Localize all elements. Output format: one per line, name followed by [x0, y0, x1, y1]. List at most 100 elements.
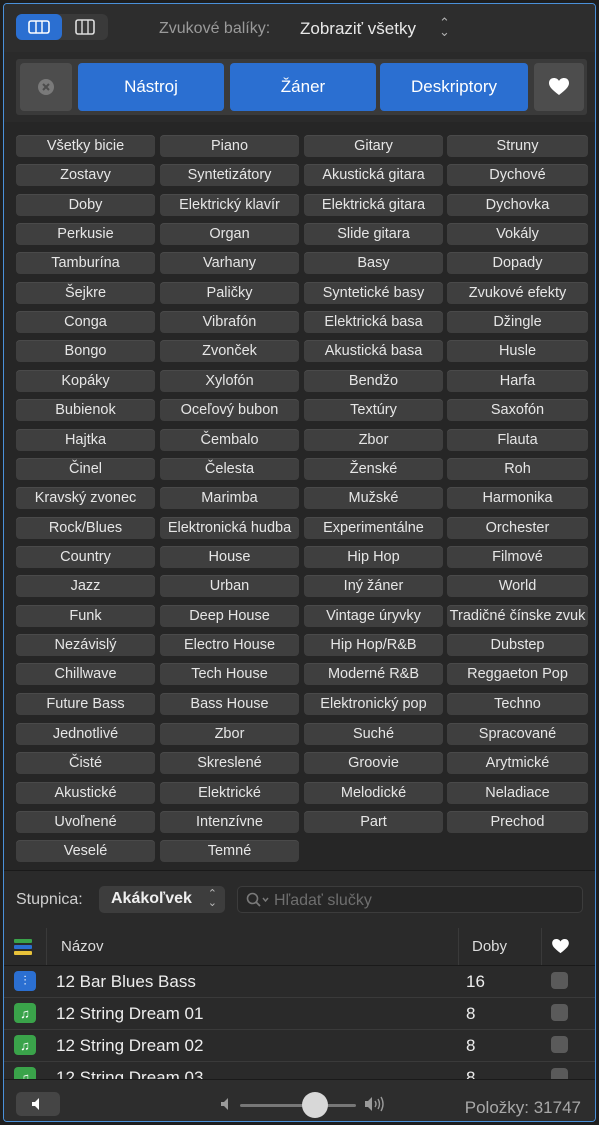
keyword-button[interactable]: Textúry [304, 399, 443, 421]
descriptor-button[interactable]: Jednotlivé [16, 723, 155, 745]
keyword-button[interactable]: Deep House [160, 605, 299, 627]
keyword-button[interactable]: Harmonika [447, 487, 588, 509]
keyword-button[interactable]: Xylofón [160, 370, 299, 392]
keyword-button[interactable]: Harfa [447, 370, 588, 392]
keyword-button[interactable]: Flauta [447, 429, 588, 451]
keyword-button[interactable]: Doby [16, 194, 155, 216]
keyword-button[interactable]: Future Bass [16, 693, 155, 715]
keyword-button[interactable]: Všetky bicie [16, 135, 155, 157]
column-header-name[interactable]: Názov [61, 938, 104, 955]
keyword-button[interactable]: Reggaeton Pop [447, 663, 588, 685]
keyword-button[interactable]: Hip Hop [304, 546, 443, 568]
instrument-button[interactable]: Nástroj [78, 63, 224, 111]
search-input[interactable] [272, 889, 576, 913]
descriptor-button[interactable]: Part [304, 811, 443, 833]
chevron-updown-icon[interactable]: ⌃ ⌄ [439, 16, 450, 38]
keyword-button[interactable]: Dychovka [447, 194, 588, 216]
favorite-checkbox[interactable] [551, 972, 568, 989]
keyword-button[interactable]: World [447, 575, 588, 597]
table-row[interactable]: ⫶ 12 Bar Blues Bass 16 [4, 966, 595, 998]
keyword-button[interactable]: Tamburína [16, 252, 155, 274]
keyword-button[interactable]: Ženské [304, 458, 443, 480]
button-view-button[interactable] [16, 14, 62, 40]
scale-select[interactable]: Akákoľvek ⌃ ⌄ [99, 886, 225, 913]
genre-button[interactable]: Žáner [230, 63, 376, 111]
preview-speaker-button[interactable] [16, 1092, 60, 1116]
keyword-button[interactable]: Urban [160, 575, 299, 597]
keyword-button[interactable]: Elektrický klavír [160, 194, 299, 216]
descriptor-button[interactable]: Intenzívne [160, 811, 299, 833]
keyword-button[interactable]: Perkusie [16, 223, 155, 245]
keyword-button[interactable]: Roh [447, 458, 588, 480]
keyword-button[interactable]: Syntetizátory [160, 164, 299, 186]
search-field[interactable] [237, 886, 583, 913]
column-header-beats[interactable]: Doby [472, 938, 507, 955]
descriptor-button[interactable]: Veselé [16, 840, 155, 862]
descriptor-button[interactable]: Akustické [16, 782, 155, 804]
keyword-button[interactable]: Čembalo [160, 429, 299, 451]
keyword-button[interactable]: Organ [160, 223, 299, 245]
keyword-button[interactable]: Nezávislý [16, 634, 155, 656]
descriptor-button[interactable]: Neladiace [447, 782, 588, 804]
keyword-button[interactable]: Gitary [304, 135, 443, 157]
favorite-checkbox[interactable] [551, 1004, 568, 1021]
keyword-button[interactable]: Syntetické basy [304, 282, 443, 304]
table-row[interactable]: ♫ 12 String Dream 01 8 [4, 998, 595, 1030]
keyword-button[interactable]: Slide gitara [304, 223, 443, 245]
keyword-button[interactable]: Elektronický pop [304, 693, 443, 715]
reset-button[interactable] [20, 63, 72, 111]
keyword-button[interactable]: Šejkre [16, 282, 155, 304]
table-row[interactable]: ♫ 12 String Dream 02 8 [4, 1030, 595, 1062]
keyword-button[interactable]: Marimba [160, 487, 299, 509]
keyword-button[interactable]: Tradičné čínske zvuk [447, 605, 588, 627]
descriptor-button[interactable]: Skreslené [160, 752, 299, 774]
keyword-button[interactable]: Oceľový bubon [160, 399, 299, 421]
keyword-button[interactable]: Elektrická basa [304, 311, 443, 333]
color-legend-icon[interactable] [14, 938, 32, 956]
keyword-button[interactable]: Country [16, 546, 155, 568]
keyword-button[interactable]: Jazz [16, 575, 155, 597]
keyword-button[interactable]: Saxofón [447, 399, 588, 421]
keyword-button[interactable]: Funk [16, 605, 155, 627]
descriptor-button[interactable]: Prechod [447, 811, 588, 833]
keyword-button[interactable]: Paličky [160, 282, 299, 304]
keyword-button[interactable]: Džingle [447, 311, 588, 333]
descriptor-button[interactable]: Spracované [447, 723, 588, 745]
keyword-button[interactable]: Mužské [304, 487, 443, 509]
descriptor-button[interactable]: Suché [304, 723, 443, 745]
favorites-button[interactable] [534, 63, 584, 111]
keyword-button[interactable]: Experimentálne [304, 517, 443, 539]
keyword-button[interactable]: Orchester [447, 517, 588, 539]
keyword-button[interactable]: Techno [447, 693, 588, 715]
keyword-button[interactable]: Bongo [16, 340, 155, 362]
keyword-button[interactable]: Struny [447, 135, 588, 157]
column-view-button[interactable] [62, 14, 108, 40]
descriptors-button[interactable]: Deskriptory [380, 63, 528, 111]
keyword-button[interactable]: Piano [160, 135, 299, 157]
descriptor-button[interactable]: Arytmické [447, 752, 588, 774]
keyword-button[interactable]: Tech House [160, 663, 299, 685]
descriptor-button[interactable]: Elektrické [160, 782, 299, 804]
keyword-button[interactable]: Chillwave [16, 663, 155, 685]
heart-icon[interactable] [552, 939, 569, 954]
keyword-button[interactable]: Husle [447, 340, 588, 362]
keyword-button[interactable]: Zbor [304, 429, 443, 451]
keyword-button[interactable]: Vokály [447, 223, 588, 245]
keyword-button[interactable]: Hip Hop/R&B [304, 634, 443, 656]
keyword-button[interactable]: Dopady [447, 252, 588, 274]
keyword-button[interactable]: Electro House [160, 634, 299, 656]
keyword-button[interactable]: Conga [16, 311, 155, 333]
keyword-button[interactable]: Zvukové efekty [447, 282, 588, 304]
keyword-button[interactable]: Elektronická hudba [160, 517, 299, 539]
descriptor-button[interactable]: Temné [160, 840, 299, 862]
keyword-button[interactable]: Činel [16, 458, 155, 480]
descriptor-button[interactable]: Uvoľnené [16, 811, 155, 833]
keyword-button[interactable]: Moderné R&B [304, 663, 443, 685]
descriptor-button[interactable]: Melodické [304, 782, 443, 804]
keyword-button[interactable]: Zvonček [160, 340, 299, 362]
sound-packs-select[interactable]: Zobraziť všetky [300, 19, 416, 39]
keyword-button[interactable]: Čelesta [160, 458, 299, 480]
volume-slider-track[interactable] [240, 1104, 356, 1107]
keyword-button[interactable]: Kopáky [16, 370, 155, 392]
keyword-button[interactable]: Elektrická gitara [304, 194, 443, 216]
